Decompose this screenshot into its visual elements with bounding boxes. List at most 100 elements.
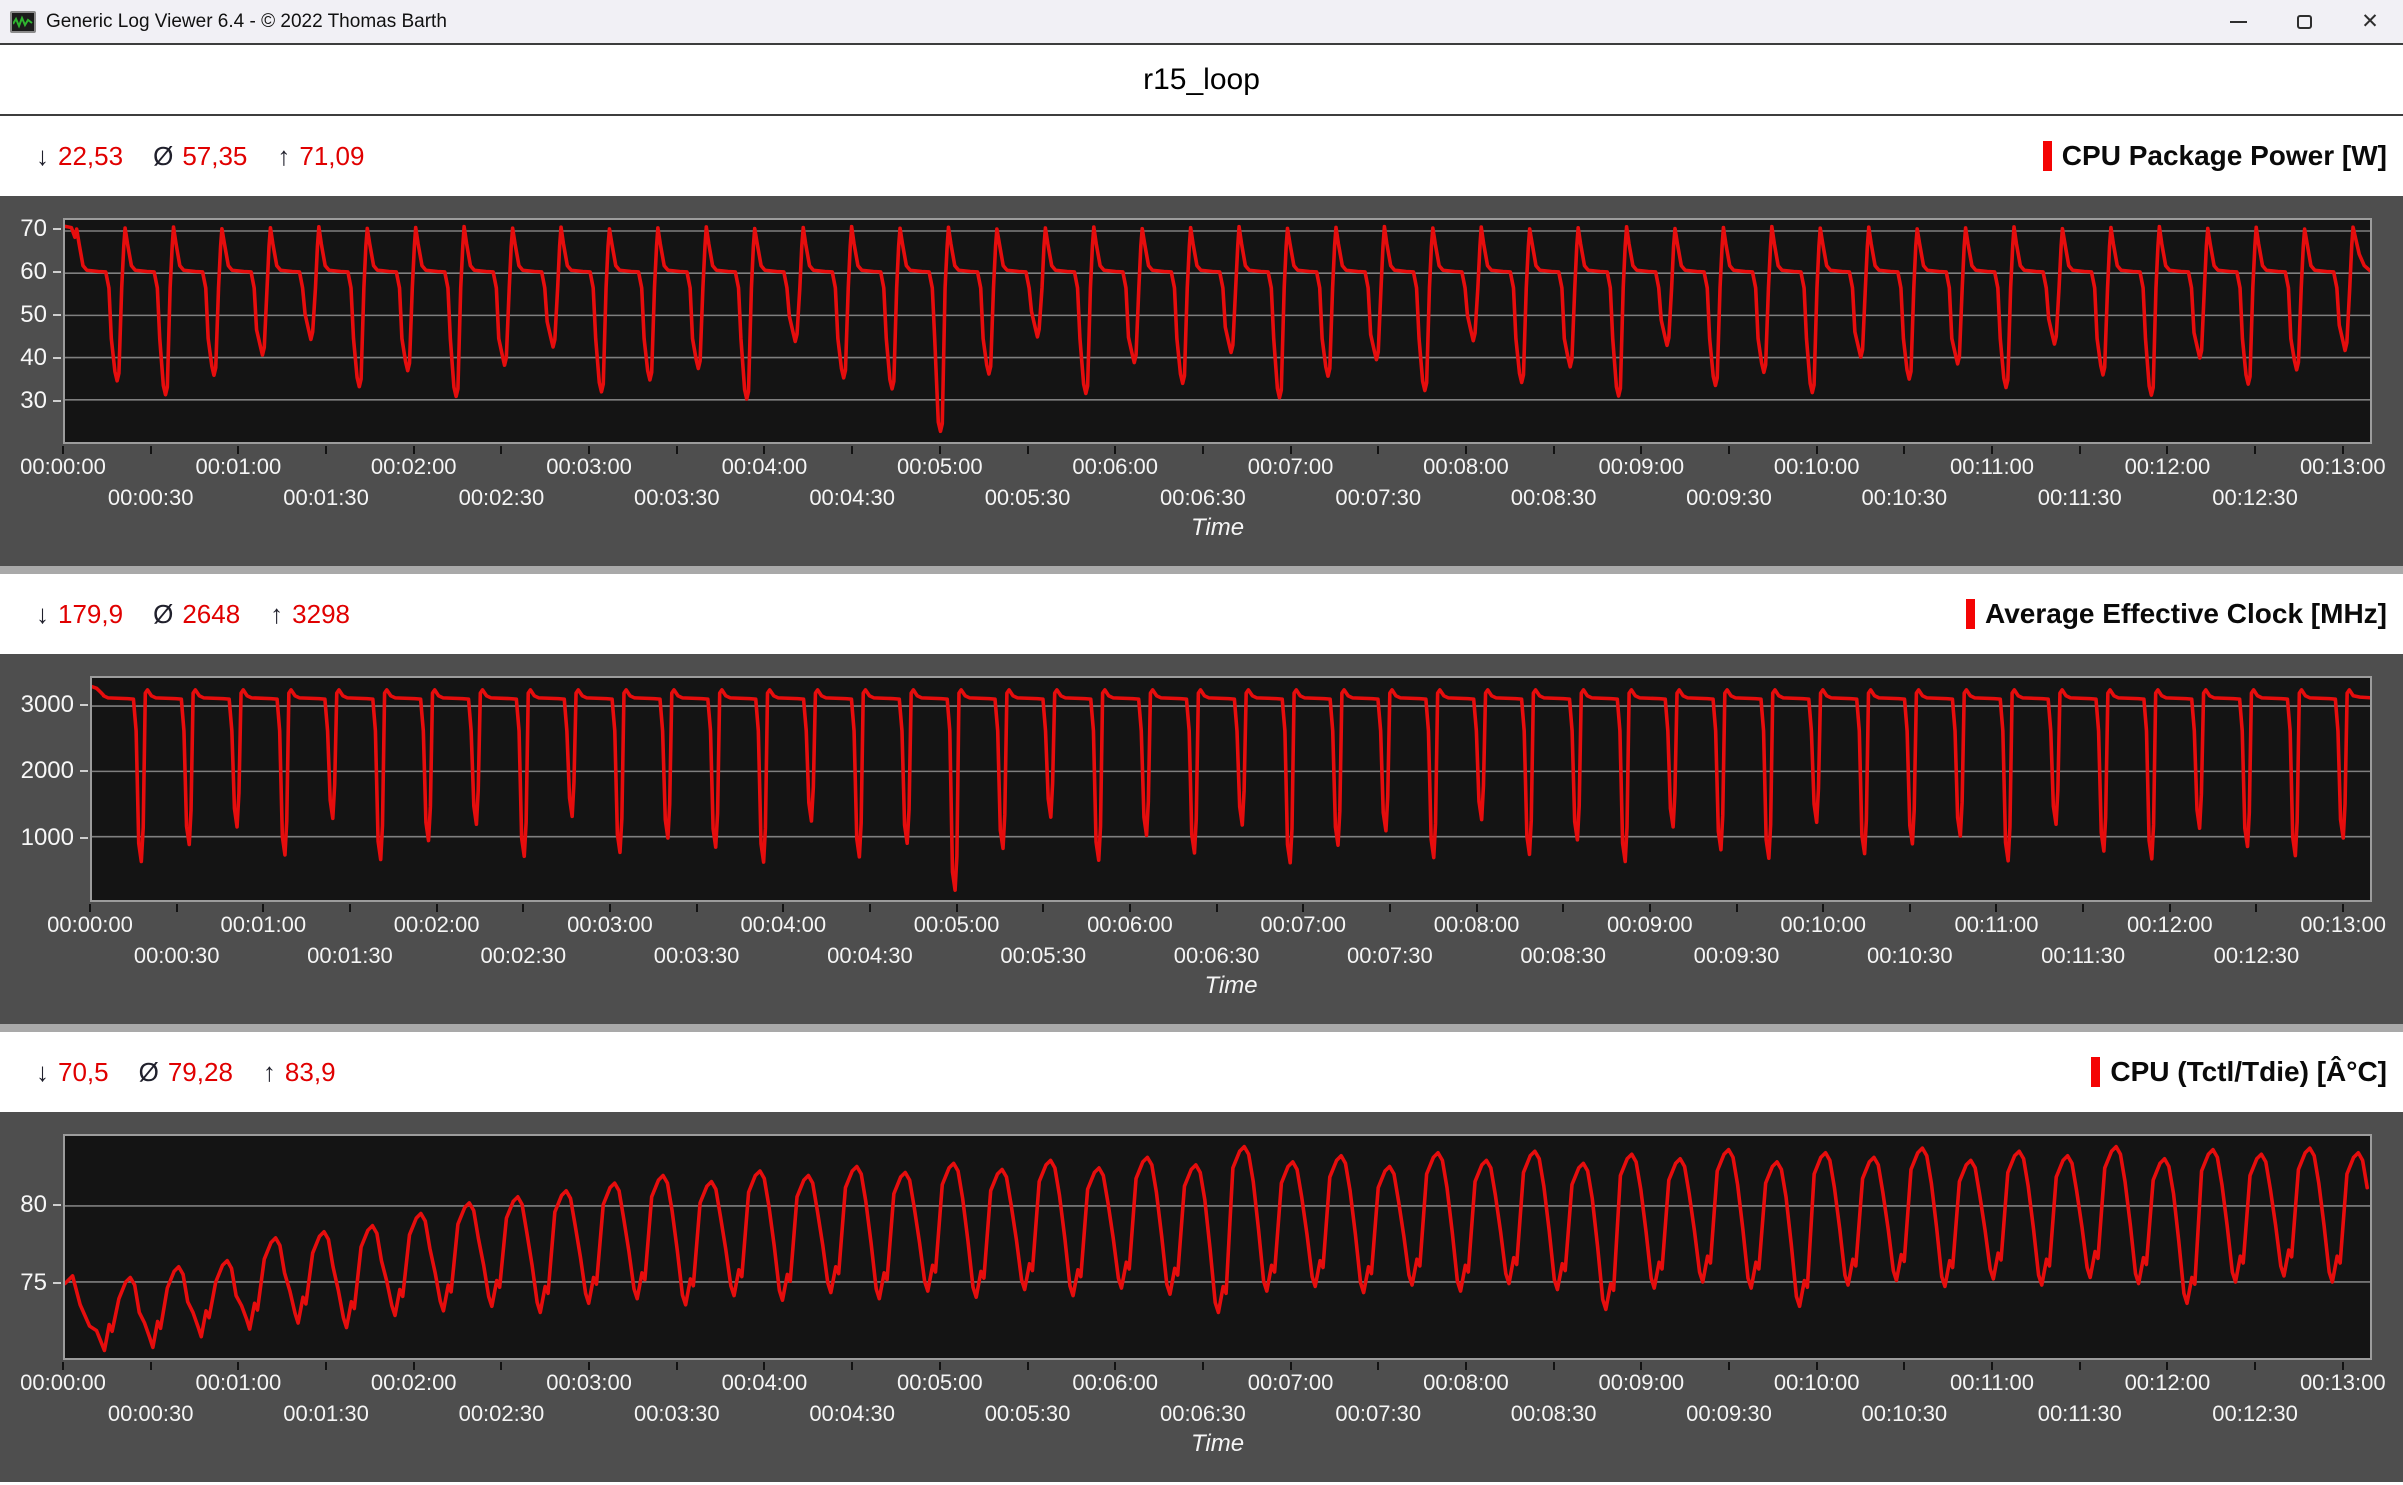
x-tick-label: 00:09:00 [1607,912,1693,938]
x-tick-label: 00:02:30 [459,1401,545,1427]
x-tick-label: 00:01:30 [283,1401,369,1427]
x-tick-mark [1465,446,1467,454]
stat-avg-value: 79,28 [168,1057,233,1088]
maximize-button[interactable] [2271,0,2337,43]
close-button[interactable]: ✕ [2337,0,2403,43]
x-tick-label: 00:05:00 [897,454,983,480]
series-line [92,687,2370,891]
x-tick-label: 00:03:00 [546,454,632,480]
chart-title: CPU (Tctl/Tdie) [Â°C] [2091,1056,2387,1088]
x-tick-mark [2254,1362,2256,1370]
x-tick-label: 00:08:30 [1511,1401,1597,1427]
chart-canvas [65,220,2370,442]
x-tick-label: 00:01:00 [196,454,282,480]
y-tick-label: 75 [0,1269,47,1297]
x-tick-mark [325,1362,327,1370]
x-tick-label: 00:01:00 [220,912,306,938]
x-tick-label: 00:02:00 [371,1370,457,1396]
chart-canvas [65,1136,2370,1358]
x-tick-mark [1202,446,1204,454]
stat-min-value: 22,53 [58,141,123,172]
x-tick-label: 00:03:30 [654,943,740,969]
plot-area[interactable] [90,676,2372,902]
x-tick-label: 00:06:00 [1087,912,1173,938]
up-arrow-icon: ↑ [270,599,283,630]
plot-area[interactable] [63,1134,2372,1360]
x-tick-mark [1649,904,1651,912]
stat-max-value: 3298 [292,599,350,630]
x-tick-mark [2166,1362,2168,1370]
x-tick-label: 00:12:30 [2212,1401,2298,1427]
chart-panel: 10002000300000:00:0000:01:0000:02:0000:0… [0,654,2403,1024]
x-tick-label: 00:06:30 [1174,943,1260,969]
x-tick-mark [1027,1362,1029,1370]
minimize-button[interactable] [2205,0,2271,43]
x-tick-mark [588,1362,590,1370]
x-tick-mark [869,904,871,912]
x-tick-mark [500,446,502,454]
y-tick-mark [53,357,61,359]
x-tick-label: 00:00:00 [20,454,106,480]
y-tick-label: 2000 [0,757,74,785]
x-tick-mark [956,904,958,912]
x-tick-label: 00:05:00 [897,1370,983,1396]
x-tick-label: 00:04:00 [740,912,826,938]
x-tick-label: 00:00:30 [134,943,220,969]
x-tick-mark [1465,1362,1467,1370]
x-tick-mark [1476,904,1478,912]
x-tick-label: 00:05:30 [985,485,1071,511]
x-tick-mark [1736,904,1738,912]
stat-max-value: 71,09 [299,141,364,172]
x-tick-label: 00:13:00 [2300,1370,2386,1396]
up-arrow-icon: ↑ [263,1057,276,1088]
x-tick-label: 00:04:30 [827,943,913,969]
y-tick-mark [53,271,61,273]
x-tick-label: 00:03:00 [567,912,653,938]
plot-area[interactable] [63,218,2372,444]
x-tick-mark [2342,446,2344,454]
x-tick-mark [1377,1362,1379,1370]
x-tick-mark [413,1362,415,1370]
x-tick-mark [696,904,698,912]
x-tick-mark [763,446,765,454]
x-tick-label: 00:05:00 [914,912,1000,938]
x-tick-mark [237,1362,239,1370]
x-tick-mark [1640,446,1642,454]
x-tick-mark [2342,904,2344,912]
up-arrow-icon: ↑ [277,141,290,172]
y-tick-mark [80,770,88,772]
x-tick-label: 00:12:30 [2212,485,2298,511]
x-tick-mark [349,904,351,912]
stats-row: ↓70,5 Ø79,28 ↑83,9 [36,1057,336,1088]
x-axis-title: Time [1191,514,1244,542]
x-tick-label: 00:10:00 [1774,454,1860,480]
x-tick-mark [1822,904,1824,912]
x-tick-mark [176,904,178,912]
x-tick-mark [676,1362,678,1370]
x-tick-mark [609,904,611,912]
x-tick-mark [150,446,152,454]
chart-title: CPU Package Power [W] [2043,140,2387,172]
x-tick-mark [2342,1362,2344,1370]
x-tick-mark [1202,1362,1204,1370]
x-tick-label: 00:06:00 [1072,1370,1158,1396]
x-tick-mark [1114,446,1116,454]
x-tick-label: 00:09:30 [1686,485,1772,511]
x-tick-label: 00:13:00 [2300,454,2386,480]
x-tick-label: 00:11:30 [2041,943,2125,969]
x-tick-label: 00:03:30 [634,1401,720,1427]
x-tick-mark [1816,1362,1818,1370]
x-axis-title: Time [1191,1430,1244,1458]
x-tick-label: 00:00:00 [20,1370,106,1396]
x-tick-label: 00:00:30 [108,485,194,511]
x-tick-label: 00:11:00 [1950,454,2034,480]
x-tick-mark [62,1362,64,1370]
x-tick-label: 00:01:30 [283,485,369,511]
x-tick-label: 00:10:30 [1862,485,1948,511]
chart-meta-row: ↓179,9 Ø2648 ↑3298 Average Effective Clo… [0,574,2403,654]
x-tick-mark [2079,1362,2081,1370]
x-tick-mark [1816,446,1818,454]
x-tick-mark [1027,446,1029,454]
x-tick-label: 00:05:30 [985,1401,1071,1427]
x-tick-mark [2079,446,2081,454]
